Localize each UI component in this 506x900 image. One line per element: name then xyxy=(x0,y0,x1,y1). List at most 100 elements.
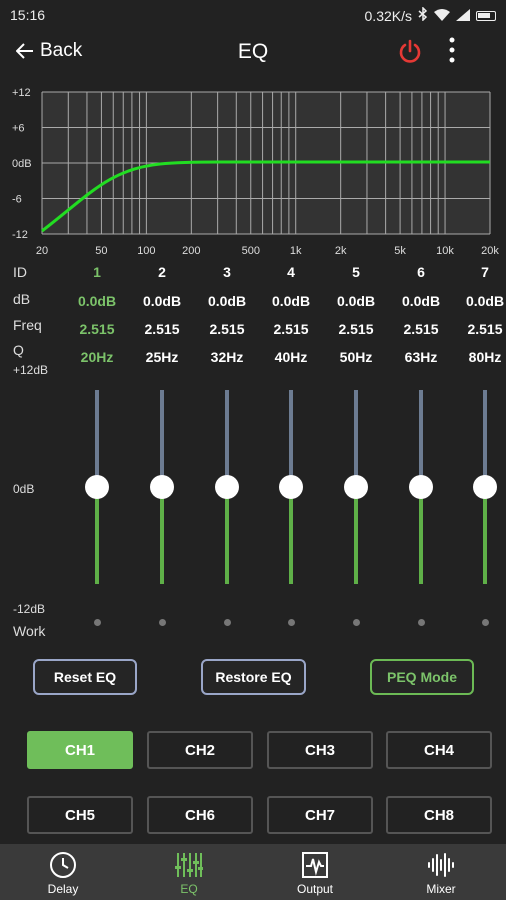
band-q: 2.515 xyxy=(467,321,503,337)
band-gain: 0.0dB xyxy=(465,293,505,309)
channel-button-ch3[interactable]: CH3 xyxy=(267,731,373,769)
band-id: 4 xyxy=(287,264,295,280)
nav-delay-label: Delay xyxy=(47,882,79,896)
band-q: 2.515 xyxy=(273,321,309,337)
x-tick-label: 10k xyxy=(436,245,454,257)
y-tick-label: -6 xyxy=(12,194,22,206)
slider-upper-track xyxy=(419,390,423,487)
y-tick-label: -12 xyxy=(12,229,28,241)
band-id: 6 xyxy=(417,264,425,280)
zero-gain-label: 0dB xyxy=(13,482,35,496)
band-work-indicator xyxy=(223,619,231,626)
x-tick-label: 20 xyxy=(36,245,48,257)
band-q: 2.515 xyxy=(144,321,180,337)
slider-lower-track xyxy=(225,487,229,584)
id-row-label: ID xyxy=(13,264,27,280)
band-id: 1 xyxy=(93,264,101,280)
band-id: 5 xyxy=(352,264,360,280)
x-tick-label: 200 xyxy=(182,245,200,257)
band-slider-knob[interactable] xyxy=(473,475,497,499)
band-sliders: +12dB 0dB -12dB Work xyxy=(0,360,506,640)
power-icon xyxy=(399,39,421,63)
band-id: 7 xyxy=(481,264,489,280)
band-q: 2.515 xyxy=(403,321,439,337)
signal-icon xyxy=(456,8,470,24)
x-tick-label: 500 xyxy=(242,245,260,257)
freq-row-label: Freq xyxy=(13,317,42,333)
slider-lower-track xyxy=(95,487,99,584)
band-slider-knob[interactable] xyxy=(344,475,368,499)
band-q: 2.515 xyxy=(209,321,245,337)
y-tick-label: +12 xyxy=(12,87,31,99)
band-slider-knob[interactable] xyxy=(215,475,239,499)
band-id: 2 xyxy=(158,264,166,280)
status-time: 15:16 xyxy=(10,7,46,23)
restore-eq-button[interactable]: Restore EQ xyxy=(201,659,306,695)
bluetooth-icon xyxy=(418,6,428,24)
status-bar: 15:16 0.32K/s xyxy=(0,0,506,30)
nav-output-label: Output xyxy=(296,882,334,896)
battery-icon xyxy=(476,10,496,21)
wifi-icon xyxy=(434,8,450,24)
db-row-label: dB xyxy=(13,291,31,307)
band-id: 3 xyxy=(223,264,231,280)
nav-eq[interactable]: EQ xyxy=(126,844,252,900)
band-gain: 0.0dB xyxy=(77,293,117,309)
reset-eq-button[interactable]: Reset EQ xyxy=(33,659,137,695)
power-button[interactable] xyxy=(396,38,424,66)
max-gain-label: +12dB xyxy=(13,363,49,377)
work-label: Work xyxy=(13,623,46,639)
band-work-indicator xyxy=(93,619,101,626)
x-tick-label: 1k xyxy=(290,245,302,257)
band-gain: 0.0dB xyxy=(207,293,247,309)
slider-upper-track xyxy=(289,390,293,487)
band-slider-knob[interactable] xyxy=(85,475,109,499)
channel-button-ch7[interactable]: CH7 xyxy=(267,796,373,834)
slider-upper-track xyxy=(354,390,358,487)
slider-lower-track xyxy=(483,487,487,584)
band-gain: 0.0dB xyxy=(401,293,441,309)
x-tick-label: 20k xyxy=(481,245,499,257)
more-options-button[interactable] xyxy=(444,36,460,66)
slider-lower-track xyxy=(160,487,164,584)
band-q: 2.515 xyxy=(338,321,374,337)
slider-upper-track xyxy=(160,390,164,487)
x-tick-label: 100 xyxy=(137,245,155,257)
peq-mode-button[interactable]: PEQ Mode xyxy=(370,659,474,695)
y-tick-label: 0dB xyxy=(12,158,32,170)
band-work-indicator xyxy=(417,619,425,626)
app-bar: Back EQ xyxy=(0,30,506,76)
channel-button-ch5[interactable]: CH5 xyxy=(27,796,133,834)
nav-output[interactable]: Output xyxy=(252,844,378,900)
band-gain: 0.0dB xyxy=(336,293,376,309)
band-slider-knob[interactable] xyxy=(409,475,433,499)
slider-upper-track xyxy=(95,390,99,487)
band-q: 2.515 xyxy=(79,321,115,337)
back-button[interactable]: Back xyxy=(16,40,82,62)
nav-delay[interactable]: Delay xyxy=(0,844,126,900)
channel-button-ch4[interactable]: CH4 xyxy=(386,731,492,769)
channel-button-ch2[interactable]: CH2 xyxy=(147,731,253,769)
nav-mixer[interactable]: Mixer xyxy=(378,844,504,900)
slider-upper-track xyxy=(225,390,229,487)
nav-mixer-label: Mixer xyxy=(426,882,456,896)
band-work-indicator xyxy=(287,619,295,626)
status-icons: 0.32K/s xyxy=(365,6,496,24)
slider-lower-track xyxy=(289,487,293,584)
band-gain: 0.0dB xyxy=(142,293,182,309)
more-vertical-icon xyxy=(449,37,455,63)
min-gain-label: -12dB xyxy=(13,602,46,616)
clock-icon xyxy=(50,852,76,878)
x-tick-label: 50 xyxy=(95,245,107,257)
slider-upper-track xyxy=(483,390,487,487)
band-slider-knob[interactable] xyxy=(279,475,303,499)
channel-button-ch1[interactable]: CH1 xyxy=(27,731,133,769)
channel-button-ch8[interactable]: CH8 xyxy=(386,796,492,834)
q-row-label: Q xyxy=(13,342,24,358)
band-slider-knob[interactable] xyxy=(150,475,174,499)
channel-button-ch6[interactable]: CH6 xyxy=(147,796,253,834)
slider-lower-track xyxy=(354,487,358,584)
arrow-left-icon xyxy=(16,43,33,59)
slider-lower-track xyxy=(419,487,423,584)
y-tick-label: +6 xyxy=(12,123,25,135)
